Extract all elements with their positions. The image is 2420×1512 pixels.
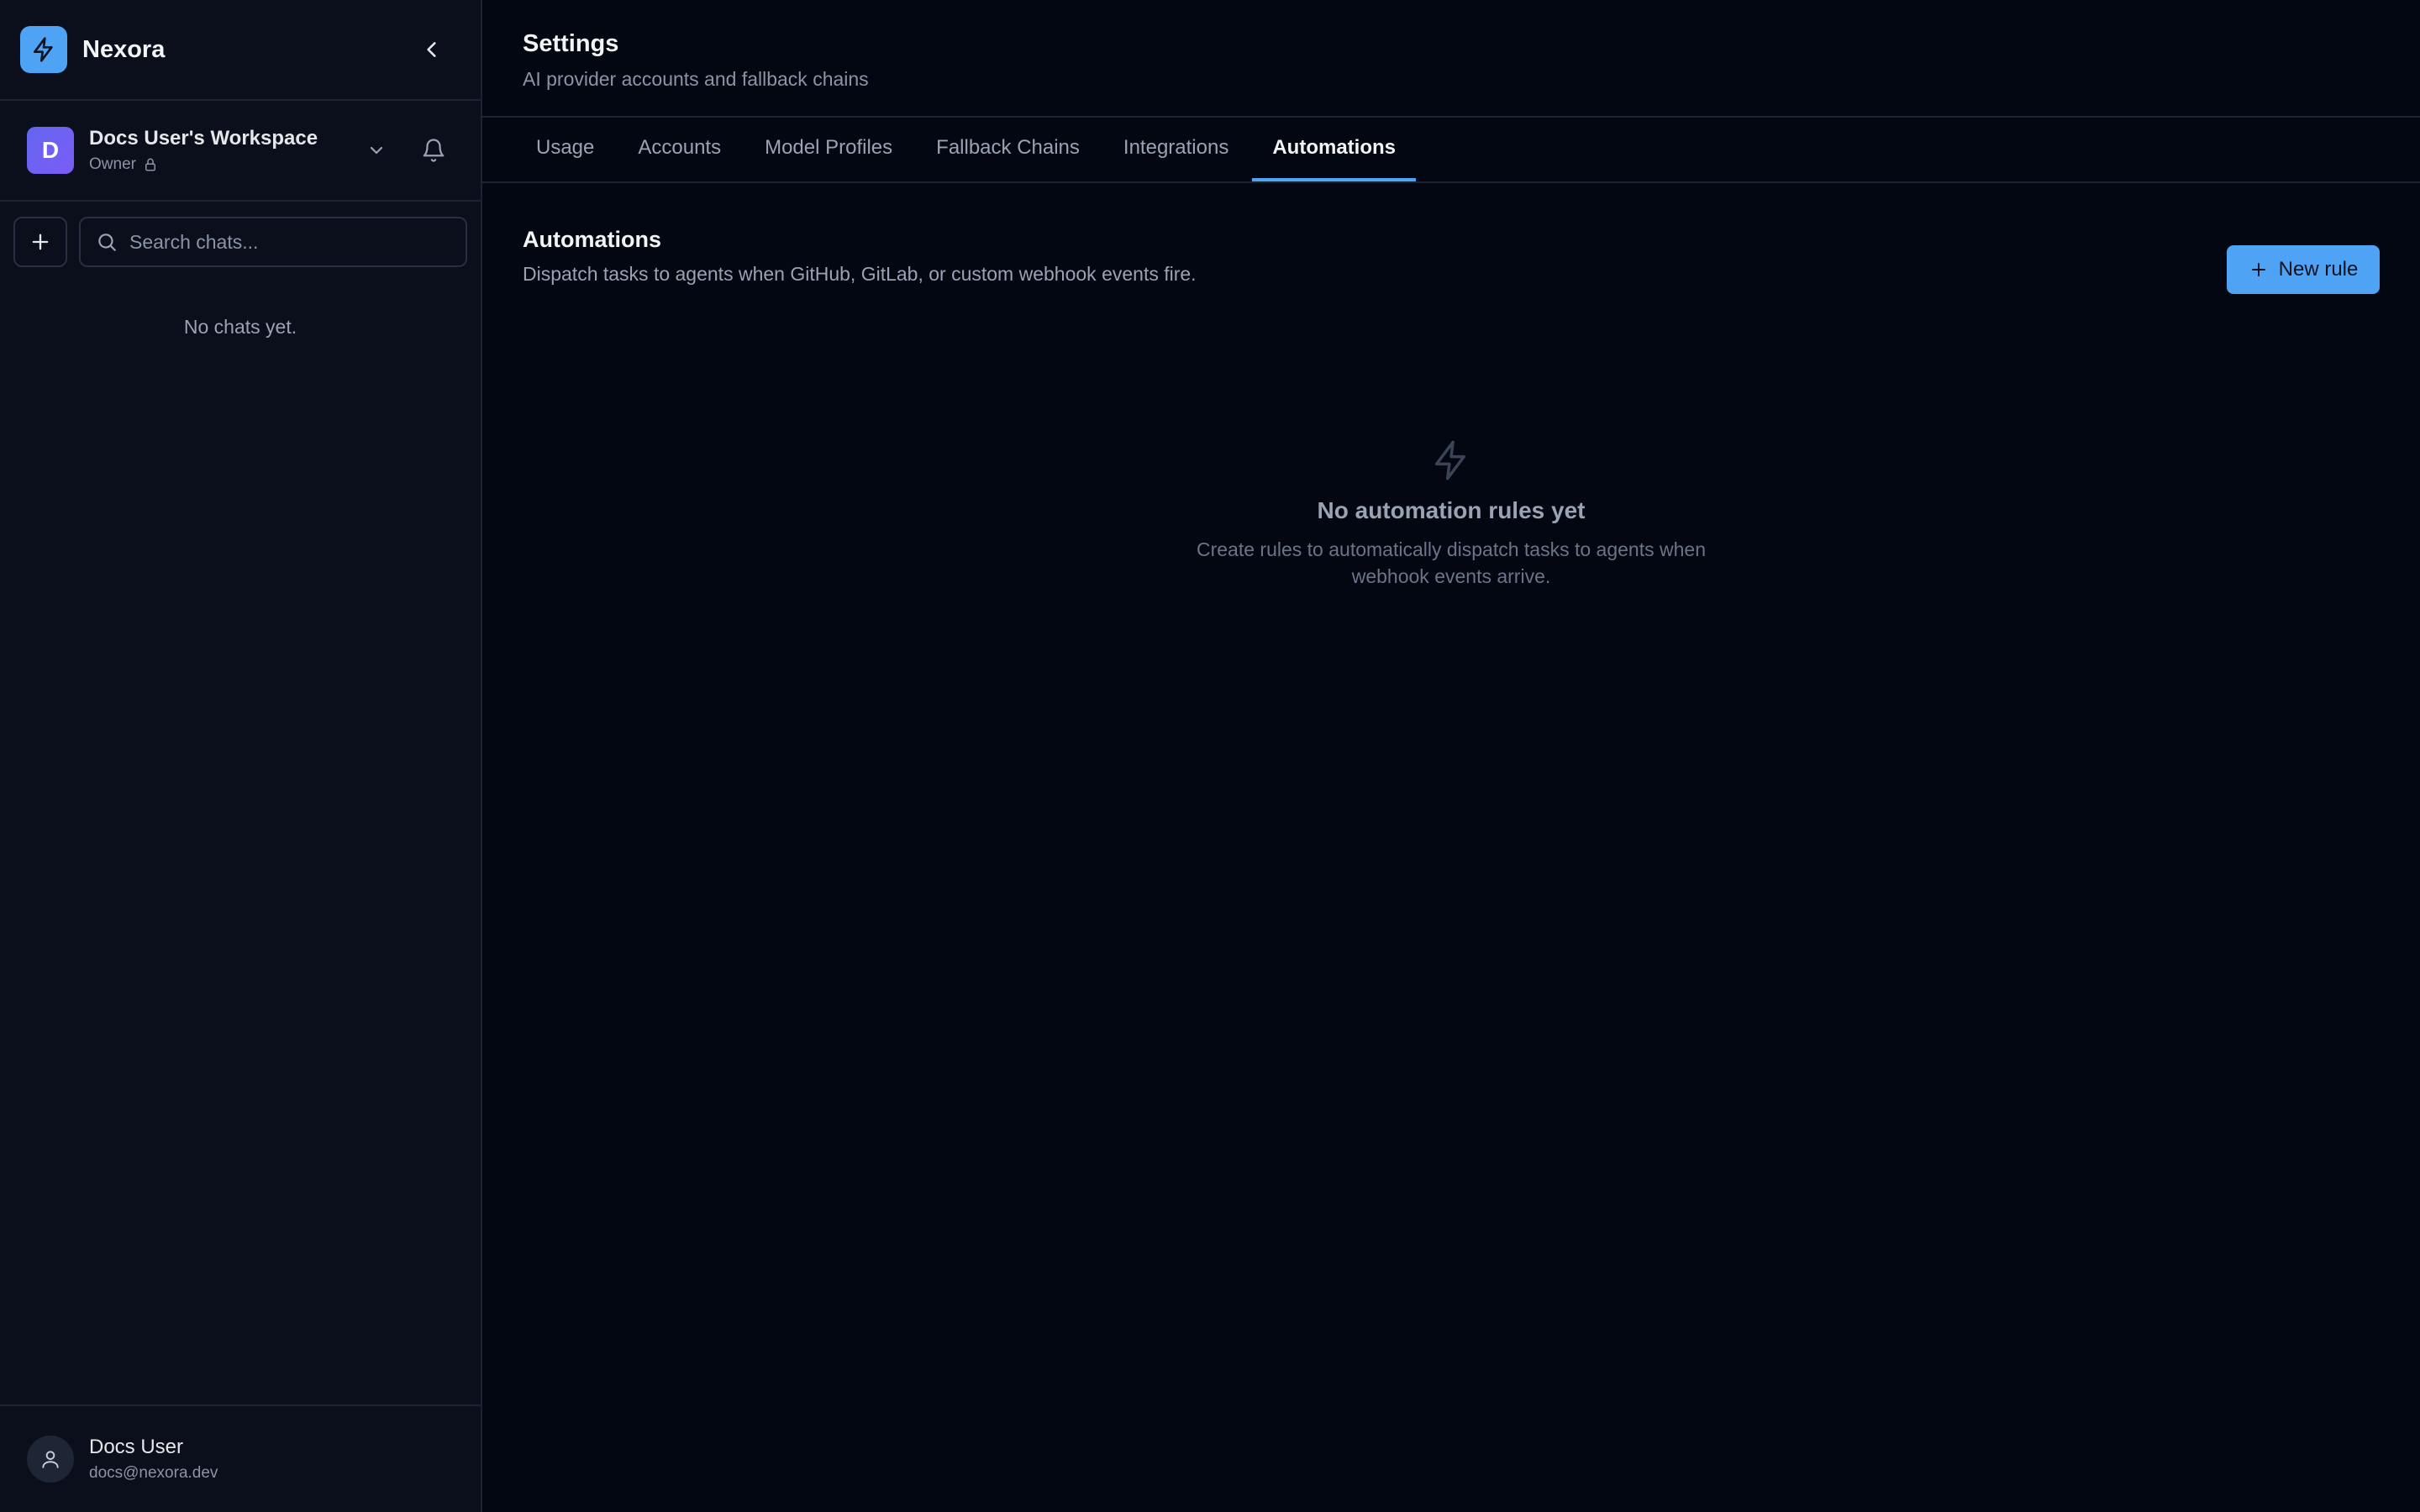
workspace-switcher[interactable]: D Docs User's Workspace Owner	[0, 101, 481, 202]
user-menu[interactable]: Docs User docs@nexora.dev	[0, 1404, 481, 1512]
brand-header: Nexora	[0, 0, 481, 101]
tab-integrations[interactable]: Integrations	[1103, 118, 1249, 181]
user-info: Docs User docs@nexora.dev	[89, 1436, 218, 1483]
tab-automations[interactable]: Automations	[1252, 118, 1416, 181]
empty-state: No automation rules yet Create rules to …	[482, 437, 2420, 590]
tab-accounts[interactable]: Accounts	[618, 118, 741, 181]
workspace-info: Docs User's Workspace Owner	[89, 127, 356, 174]
chevron-down-icon	[370, 146, 383, 155]
workspace-role: Owner	[89, 155, 136, 173]
section-description: Dispatch tasks to agents when GitHub, Gi…	[523, 263, 1197, 285]
search-row	[0, 202, 481, 267]
main-content: Settings AI provider accounts and fallba…	[482, 0, 2420, 1512]
tab-usage[interactable]: Usage	[516, 118, 614, 181]
workspace-avatar: D	[27, 127, 74, 174]
tab-fallback-chains[interactable]: Fallback Chains	[916, 118, 1100, 181]
user-avatar	[27, 1436, 74, 1483]
search-input[interactable]	[129, 230, 450, 254]
page-header: Settings AI provider accounts and fallba…	[482, 0, 2420, 118]
app-root: Nexora D Docs User's Workspace Owner Sea…	[0, 0, 2420, 1512]
page-subtitle: AI provider accounts and fallback chains	[523, 68, 869, 90]
tab-model-profiles[interactable]: Model Profiles	[744, 118, 913, 181]
user-email: docs@nexora.dev	[89, 1464, 218, 1482]
lock-icon	[145, 158, 155, 171]
automations-section-header: Automations Dispatch tasks to agents whe…	[482, 183, 2420, 294]
search-icon	[98, 234, 116, 251]
section-title: Automations	[523, 227, 661, 252]
empty-state-title: No automation rules yet	[1317, 497, 1586, 523]
section-text: Automations Dispatch tasks to agents whe…	[523, 227, 1197, 286]
brand-name: Nexora	[82, 35, 166, 63]
empty-chats-text: No chats yet.	[183, 316, 297, 338]
page-title: Settings	[523, 30, 619, 57]
notifications-button[interactable]	[413, 130, 454, 171]
plus-icon	[2251, 263, 2265, 276]
new-chat-button[interactable]	[13, 217, 67, 267]
settings-tabs: Usage Accounts Model Profiles Fallback C…	[482, 118, 2420, 183]
empty-state-description: Create rules to automatically dispatch t…	[1197, 538, 1706, 587]
workspace-name: Docs User's Workspace	[89, 127, 318, 150]
collapse-sidebar-button[interactable]	[408, 26, 455, 73]
workspace-role-row: Owner	[89, 155, 356, 174]
workspace-dropdown-button[interactable]	[356, 130, 397, 171]
bolt-icon	[20, 26, 67, 73]
plus-icon	[32, 234, 49, 250]
user-name: Docs User	[89, 1436, 184, 1458]
chevron-left-icon	[427, 42, 436, 57]
user-icon	[42, 1451, 59, 1468]
bolt-icon	[1428, 437, 1475, 484]
new-rule-button[interactable]: New rule	[2227, 245, 2380, 294]
new-rule-label: New rule	[2278, 258, 2359, 281]
search-box	[79, 217, 467, 267]
bell-icon	[423, 139, 445, 162]
sidebar: Nexora D Docs User's Workspace Owner Sea…	[0, 0, 482, 1512]
